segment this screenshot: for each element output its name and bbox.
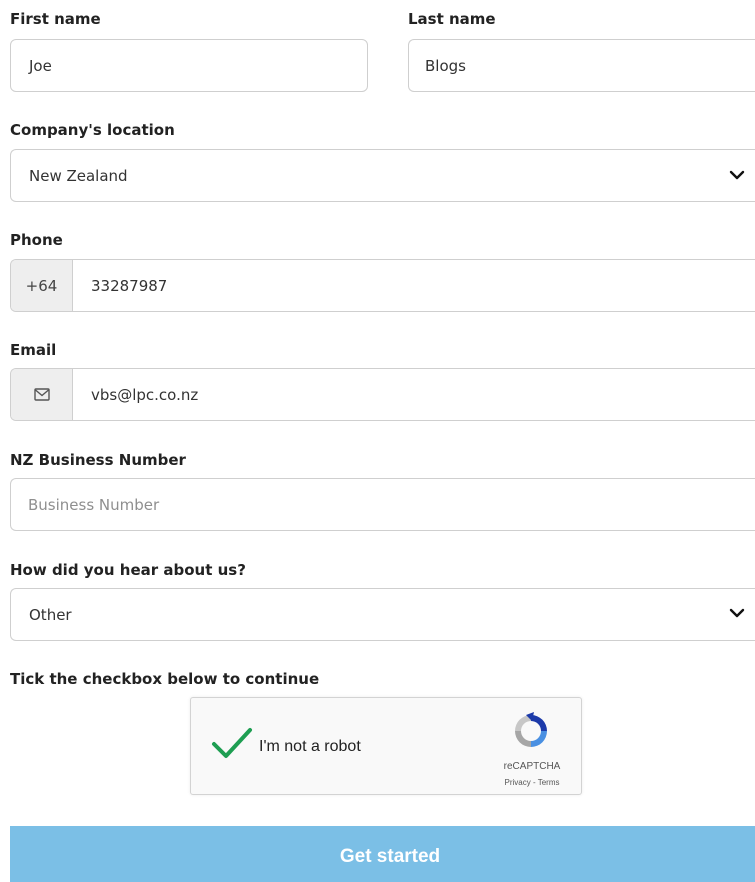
last-name-input[interactable]: Blogs xyxy=(408,39,755,92)
recaptcha-brand: reCAPTCHA xyxy=(503,761,561,772)
recaptcha-links[interactable]: Privacy - Terms xyxy=(491,778,573,787)
email-label: Email xyxy=(10,341,57,359)
referral-select[interactable]: Other xyxy=(10,588,755,641)
location-value: New Zealand xyxy=(29,166,128,185)
recaptcha-widget: I'm not a robot reCAPTCHA Privacy - Term… xyxy=(190,697,582,795)
first-name-input[interactable]: Joe xyxy=(10,39,368,92)
phone-label: Phone xyxy=(10,231,63,249)
last-name-value: Blogs xyxy=(425,56,466,75)
phone-value: 33287987 xyxy=(91,276,168,295)
email-value: vbs@lpc.co.nz xyxy=(91,385,199,404)
location-label: Company's location xyxy=(10,121,175,139)
recaptcha-label: I'm not a robot xyxy=(259,738,361,755)
business-number-placeholder: Business Number xyxy=(28,495,160,514)
email-addon xyxy=(11,369,73,420)
checkmark-icon[interactable] xyxy=(211,726,253,760)
email-input[interactable]: vbs@lpc.co.nz xyxy=(10,368,755,421)
envelope-icon xyxy=(33,388,50,401)
chevron-down-icon[interactable] xyxy=(729,167,745,183)
referral-value: Other xyxy=(29,605,72,624)
phone-country-code: +64 xyxy=(11,260,73,311)
business-number-input[interactable]: Business Number xyxy=(10,478,755,531)
chevron-down-icon[interactable] xyxy=(729,605,745,621)
captcha-instruction: Tick the checkbox below to continue xyxy=(10,670,320,688)
get-started-button[interactable]: Get started xyxy=(10,826,755,882)
business-number-label: NZ Business Number xyxy=(10,451,186,469)
first-name-label: First name xyxy=(10,10,101,28)
referral-label: How did you hear about us? xyxy=(10,561,246,579)
phone-input[interactable]: +64 33287987 xyxy=(10,259,755,312)
first-name-value: Joe xyxy=(29,56,52,75)
recaptcha-logo-icon xyxy=(515,712,547,747)
location-select[interactable]: New Zealand xyxy=(10,149,755,202)
last-name-label: Last name xyxy=(408,10,496,28)
